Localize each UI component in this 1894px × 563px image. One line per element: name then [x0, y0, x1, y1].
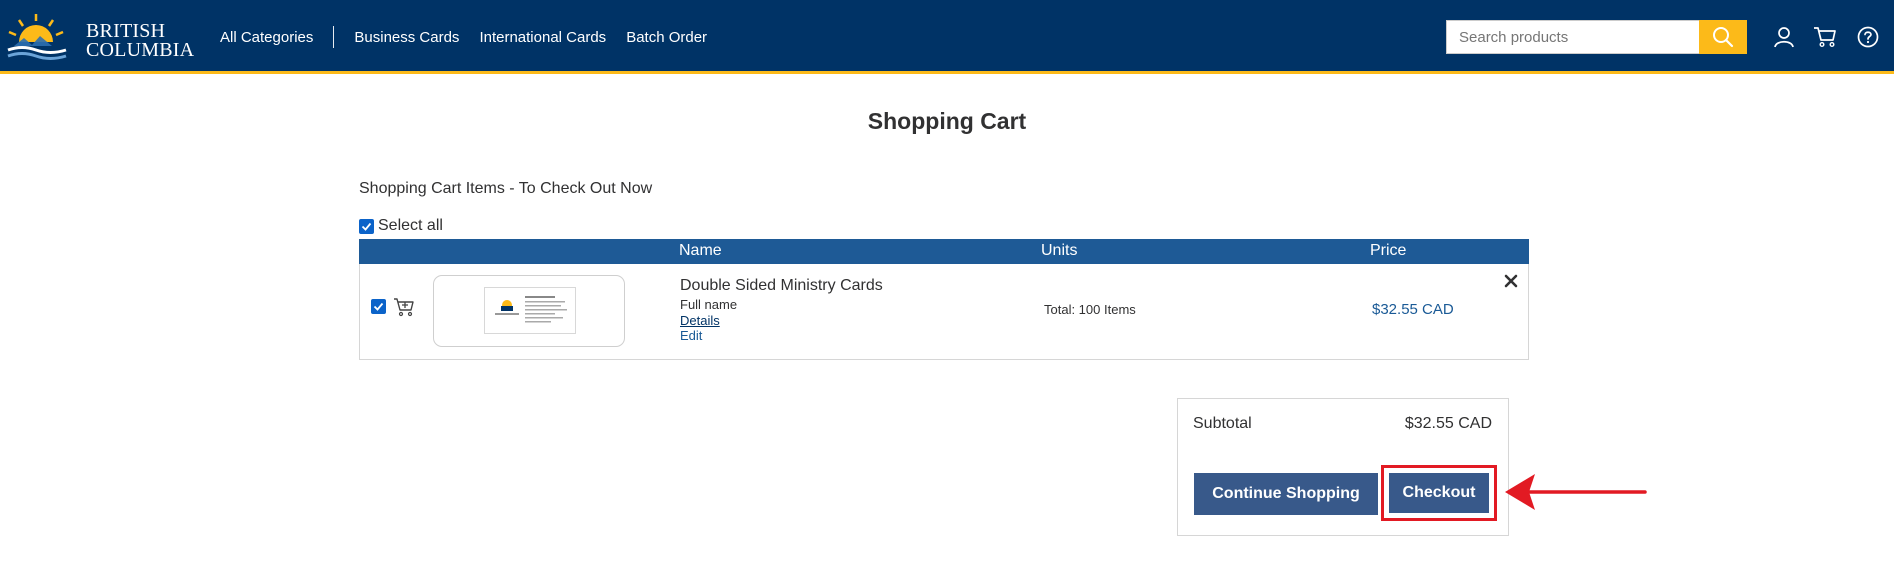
cart-icon — [1814, 27, 1836, 48]
checkout-highlight-box: Checkout — [1381, 465, 1497, 521]
card-preview-image — [495, 296, 567, 323]
account-button[interactable] — [1771, 24, 1797, 50]
arrow-icon — [1505, 474, 1647, 510]
checkout-button[interactable]: Checkout — [1389, 473, 1489, 513]
bc-sun-logo-icon — [6, 14, 68, 64]
nav-international-cards[interactable]: International Cards — [479, 29, 606, 46]
order-summary-panel: Subtotal $32.55 CAD Continue Shopping Ch… — [1177, 398, 1509, 536]
cart-table-header: Name Units Price — [359, 239, 1529, 264]
item-select-checkbox[interactable] — [371, 299, 386, 314]
page-title: Shopping Cart — [867, 108, 1027, 134]
select-all-checkbox[interactable] — [359, 218, 374, 234]
cart-section-heading: Shopping Cart Items - To Check Out Now — [359, 180, 653, 197]
check-icon — [373, 302, 384, 311]
nav-all-categories[interactable]: All Categories — [220, 29, 313, 46]
column-header-name: Name — [679, 242, 722, 259]
column-header-price: Price — [1370, 242, 1407, 259]
logo-wordmark: BRITISH COLUMBIA — [86, 21, 195, 61]
main-nav: All Categories Business Cards Internatio… — [220, 26, 707, 48]
help-button[interactable] — [1855, 24, 1881, 50]
subtotal-value: $32.55 CAD — [1404, 415, 1492, 432]
help-icon — [1857, 26, 1879, 48]
business-card-preview — [484, 287, 576, 334]
search-button[interactable] — [1699, 20, 1747, 54]
cart-item-row: Double Sided Ministry Cards Full name De… — [359, 264, 1529, 360]
remove-item-button[interactable] — [1503, 273, 1519, 289]
nav-divider — [333, 26, 335, 48]
subtotal-label: Subtotal — [1193, 415, 1252, 432]
column-header-units: Units — [1041, 242, 1078, 259]
search-box — [1446, 20, 1747, 54]
search-icon — [1713, 27, 1734, 48]
top-navigation-bar: BRITISH COLUMBIA All Categories Business… — [0, 0, 1894, 74]
close-icon — [1504, 274, 1518, 288]
item-name: Double Sided Ministry Cards — [680, 277, 883, 294]
continue-shopping-button[interactable]: Continue Shopping — [1194, 473, 1378, 515]
user-icon — [1774, 27, 1794, 48]
cart-button[interactable] — [1812, 24, 1838, 50]
product-thumbnail[interactable] — [433, 275, 625, 347]
check-icon — [361, 222, 372, 231]
item-edit-link[interactable]: Edit — [680, 328, 702, 343]
bc-logo[interactable]: BRITISH COLUMBIA — [6, 12, 194, 64]
logo-line-2: COLUMBIA — [86, 39, 195, 61]
item-price: $32.55 CAD — [1372, 301, 1454, 318]
item-subtitle: Full name — [680, 297, 738, 312]
nav-business-cards[interactable]: Business Cards — [354, 29, 459, 46]
item-details-link[interactable]: Details — [680, 313, 720, 328]
add-to-cart-icon — [394, 298, 414, 317]
select-all-label: Select all — [378, 217, 443, 234]
item-units: Total: 100 Items — [1044, 302, 1136, 317]
search-input[interactable] — [1447, 21, 1701, 53]
nav-batch-order[interactable]: Batch Order — [626, 29, 707, 46]
select-all-control[interactable]: Select all — [359, 217, 443, 235]
move-to-cart-button[interactable] — [393, 297, 415, 322]
